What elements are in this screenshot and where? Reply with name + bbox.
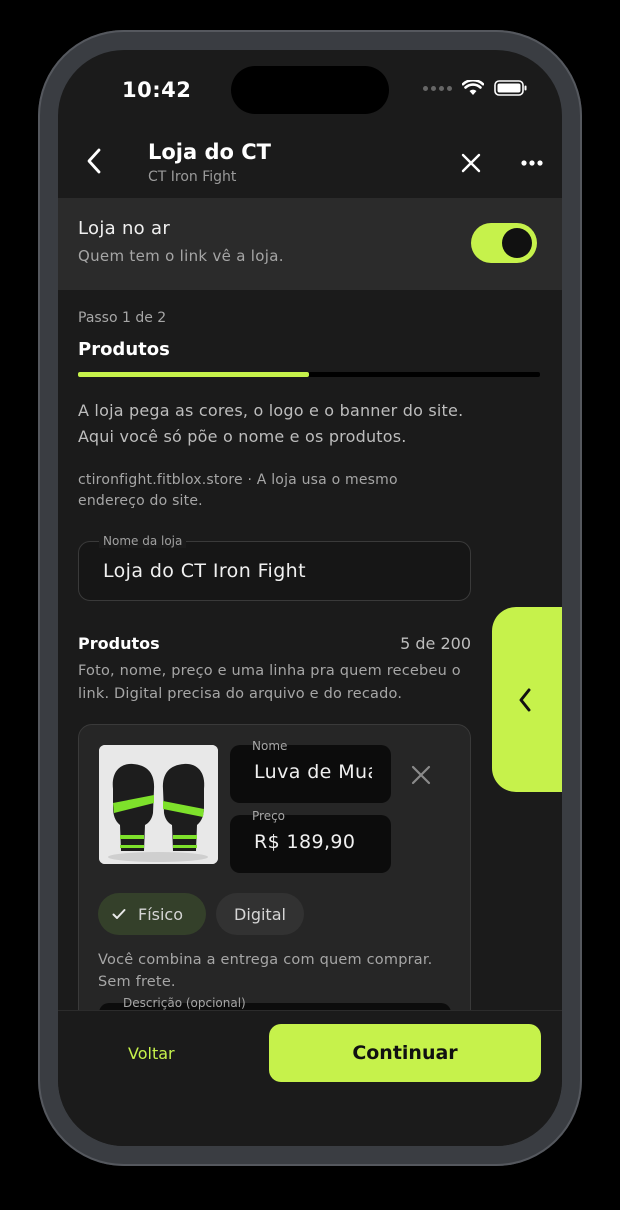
step-title: Produtos <box>78 339 170 360</box>
store-live-title: Loja no ar <box>78 218 171 239</box>
page-subtitle: CT Iron Fight <box>148 169 237 185</box>
boxing-gloves-image <box>99 745 218 864</box>
check-icon <box>112 909 126 919</box>
step-progress-bar <box>78 372 540 377</box>
toggle-knob <box>502 228 532 258</box>
store-name-label: Nome da loja <box>99 534 187 548</box>
store-live-toggle[interactable] <box>471 223 537 263</box>
back-link-button[interactable]: Voltar <box>128 1044 175 1063</box>
chevron-left-icon <box>519 688 531 711</box>
dynamic-island <box>231 66 389 114</box>
product-name-field[interactable]: Nome Luva de Muay Thai <box>230 739 391 803</box>
domain-note: ctironfight.fitblox.store · A loja usa o… <box>78 472 398 509</box>
products-count: 5 de 200 <box>400 634 471 653</box>
more-options-button[interactable] <box>518 150 546 176</box>
type-chip-digital[interactable]: Digital <box>216 893 304 935</box>
store-name-field[interactable]: Nome da loja Loja do CT Iron Fight <box>78 534 471 601</box>
product-price-field[interactable]: Preço R$ 189,90 <box>230 809 391 873</box>
product-price-value[interactable]: R$ 189,90 <box>254 831 372 853</box>
wifi-icon <box>462 80 484 95</box>
step-progress-fill <box>78 372 309 377</box>
store-live-subtitle: Quem tem o link vê a loja. <box>78 247 284 265</box>
continue-button[interactable]: Continuar <box>269 1024 541 1082</box>
step-label: Passo 1 de 2 <box>78 310 167 326</box>
products-title: Produtos <box>78 634 160 653</box>
more-dots-icon <box>521 160 543 166</box>
close-icon <box>461 153 481 173</box>
delivery-note: Você combina a entrega com quem comprar.… <box>98 952 433 990</box>
status-icons <box>423 80 528 96</box>
type-chip-physical[interactable]: Físico <box>98 893 206 935</box>
product-name-value[interactable]: Luva de Muay Thai <box>254 761 372 783</box>
signal-icon <box>423 85 452 91</box>
app-screen: 10:42 Loja do CT CT Iron Fight Loja no a… <box>58 50 562 1146</box>
product-description-label: Descrição (opcional) <box>123 996 246 1010</box>
chevron-left-icon <box>87 148 101 174</box>
type-chip-digital-label: Digital <box>234 904 286 924</box>
store-name-value[interactable]: Loja do CT Iron Fight <box>103 560 306 582</box>
battery-icon <box>494 80 527 96</box>
product-image[interactable] <box>99 745 218 864</box>
products-description: Foto, nome, preço e uma linha pra quem r… <box>78 663 461 702</box>
remove-product-button[interactable] <box>409 763 433 787</box>
page-title: Loja do CT <box>148 140 271 164</box>
intro-text: A loja pega as cores, o logo e o banner … <box>78 401 464 446</box>
store-live-banner: Loja no ar Quem tem o link vê a loja. <box>58 198 562 290</box>
close-button[interactable] <box>458 150 484 176</box>
close-icon <box>411 765 431 785</box>
bottom-action-bar: Voltar Continuar <box>58 1010 562 1146</box>
side-panel-handle[interactable] <box>492 607 562 792</box>
type-chip-physical-label: Físico <box>138 904 184 924</box>
product-price-label: Preço <box>252 809 286 823</box>
status-time: 10:42 <box>122 78 192 102</box>
back-button[interactable] <box>80 146 108 176</box>
product-name-label: Nome <box>252 739 288 753</box>
